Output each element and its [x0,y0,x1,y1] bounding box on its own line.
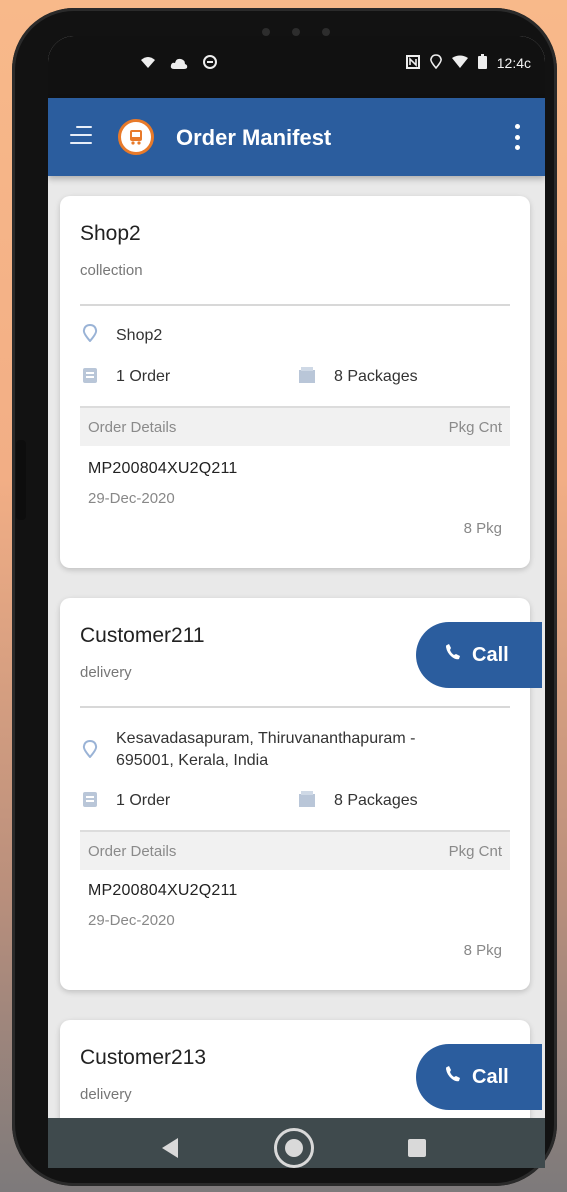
app-bar: Order Manifest [48,98,545,176]
order-count: 1 Order [116,792,171,809]
recents-icon[interactable] [408,1139,426,1157]
clipboard-icon [82,790,100,808]
stop-type: delivery [80,1086,132,1103]
wifi-icon [140,55,156,73]
stop-type: collection [80,262,143,279]
divider [80,706,510,708]
address-line-1: Kesavadasapuram, Thiruvananthapuram - [116,730,416,747]
stop-name: Customer211 [80,624,205,647]
order-details-header: Order Details Pkg Cnt [80,406,510,446]
stop-card[interactable]: Shop2 collection Shop2 1 Order 8 Package… [60,196,530,568]
package-count: 8 Packages [334,792,418,809]
phone-frame: 12:4ᴄ Order Manifest Shop2 collection Sh [12,8,557,1186]
stop-type: delivery [80,664,132,681]
clock: 12:4ᴄ [496,55,531,71]
order-date: 29-Dec-2020 [88,912,175,929]
page-title: Order Manifest [176,125,332,150]
call-label: Call [472,643,509,666]
system-nav-bar [48,1118,545,1168]
side-button [16,440,26,520]
kebab-menu-icon[interactable] [515,124,521,150]
location-pin-icon [82,323,100,343]
sync-icon [202,54,218,74]
nfc-icon [405,54,420,72]
status-bar: 12:4ᴄ [48,36,545,98]
stop-name: Customer213 [80,1046,207,1069]
divider [80,304,510,306]
signal-icon [451,55,468,71]
order-pkg-count: 8 Pkg [463,942,502,959]
order-pkg-count: 8 Pkg [463,520,502,537]
phone-icon [444,1065,462,1089]
phone-icon [444,643,462,667]
order-date: 29-Dec-2020 [88,490,175,507]
order-id[interactable]: MP200804XU2Q211 [88,882,237,900]
home-icon[interactable] [274,1128,314,1168]
clipboard-icon [82,366,100,384]
cloud-icon [170,56,188,73]
stop-card[interactable]: Customer213 delivery Call [60,1020,542,1118]
location-pin-icon [82,739,100,759]
order-id[interactable]: MP200804XU2Q211 [88,460,237,478]
back-icon[interactable] [162,1138,178,1158]
manifest-list[interactable]: Shop2 collection Shop2 1 Order 8 Package… [48,176,545,1118]
battery-icon [477,54,487,72]
call-button[interactable]: Call [416,1044,542,1110]
call-label: Call [472,1065,509,1088]
order-count: 1 Order [116,368,171,385]
package-count: 8 Packages [334,368,418,385]
screen: 12:4ᴄ Order Manifest Shop2 collection Sh [48,36,545,1168]
package-icon [298,366,316,384]
call-button[interactable]: Call [416,622,542,688]
speaker-dots [262,28,330,36]
stop-card[interactable]: Customer211 delivery Call Kesavadasapura… [60,598,542,990]
address-line-2: 695001, Kerala, India [116,752,269,769]
address-text: Shop2 [116,327,163,344]
app-logo-icon [118,119,154,155]
package-icon [298,790,316,808]
hamburger-menu-icon[interactable] [70,126,92,146]
location-icon [429,54,442,72]
stop-name: Shop2 [80,222,141,245]
order-details-header: Order Details Pkg Cnt [80,830,510,870]
